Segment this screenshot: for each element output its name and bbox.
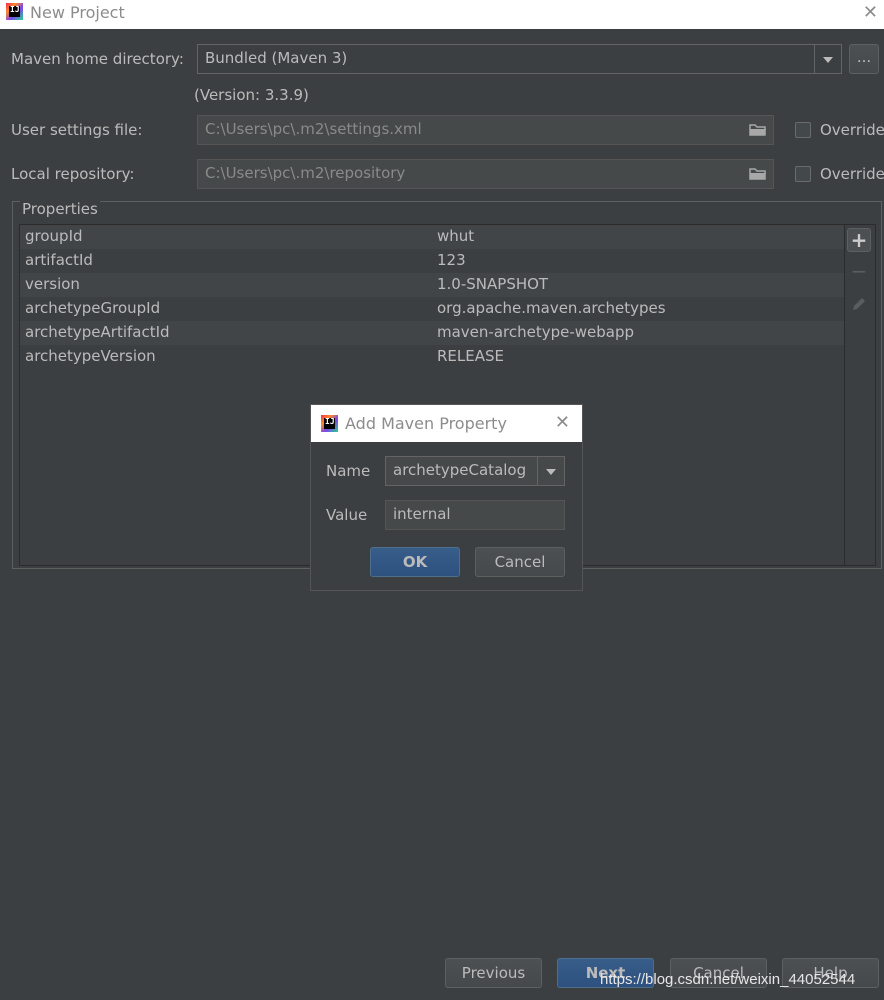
property-value-input[interactable]: internal bbox=[385, 500, 565, 530]
property-key: artifactId bbox=[25, 251, 93, 269]
property-value: 123 bbox=[437, 251, 466, 269]
user-settings-field[interactable]: C:\Users\pc\.m2\settings.xml bbox=[197, 115, 774, 145]
intellij-logo-icon: IJ bbox=[321, 415, 338, 432]
folder-icon[interactable] bbox=[749, 167, 767, 180]
property-value: org.apache.maven.archetypes bbox=[437, 299, 666, 317]
property-value: whut bbox=[437, 227, 475, 245]
table-row[interactable]: groupId whut bbox=[20, 225, 844, 249]
maven-home-value: Bundled (Maven 3) bbox=[205, 49, 348, 67]
watermark-text: https://blog.csdn.net/weixin_44052544 bbox=[600, 971, 856, 988]
property-value: 1.0-SNAPSHOT bbox=[437, 275, 549, 293]
dialog-cancel-button[interactable]: Cancel bbox=[475, 547, 565, 577]
user-settings-label: User settings file: bbox=[11, 121, 143, 139]
window-titlebar: IJ New Project ✕ bbox=[0, 0, 884, 29]
previous-button[interactable]: Previous bbox=[445, 958, 542, 988]
ok-button[interactable]: OK bbox=[370, 547, 460, 577]
folder-icon[interactable] bbox=[749, 123, 767, 136]
edit-pencil-icon[interactable] bbox=[847, 292, 871, 316]
property-key: groupId bbox=[25, 227, 83, 245]
add-property-button[interactable]: + bbox=[847, 228, 871, 252]
dialog-title: Add Maven Property bbox=[345, 414, 507, 433]
table-row[interactable]: archetypeVersion RELEASE bbox=[20, 345, 844, 369]
property-name-combo[interactable]: archetypeCatalog bbox=[385, 456, 565, 486]
property-value-label: Value bbox=[326, 506, 368, 524]
window-close-icon[interactable]: ✕ bbox=[863, 4, 878, 22]
table-row[interactable]: artifactId 123 bbox=[20, 249, 844, 273]
maven-version-text: (Version: 3.3.9) bbox=[194, 86, 309, 104]
override-settings-checkbox[interactable] bbox=[795, 122, 811, 138]
property-value: RELEASE bbox=[437, 347, 504, 365]
properties-legend: Properties bbox=[20, 200, 100, 218]
properties-toolbar: + − bbox=[844, 225, 875, 565]
browse-maven-home-button[interactable]: ... bbox=[849, 44, 879, 74]
add-maven-property-dialog: IJ Add Maven Property ✕ Name archetypeCa… bbox=[310, 404, 583, 591]
property-key: version bbox=[25, 275, 80, 293]
chevron-down-icon[interactable] bbox=[537, 457, 564, 485]
table-row[interactable]: archetypeArtifactId maven-archetype-weba… bbox=[20, 321, 844, 345]
property-key: archetypeArtifactId bbox=[25, 323, 170, 341]
property-value: maven-archetype-webapp bbox=[437, 323, 635, 341]
property-name-label: Name bbox=[326, 462, 371, 480]
local-repository-label: Local repository: bbox=[11, 165, 135, 183]
override-repository-label: Override bbox=[820, 165, 884, 183]
dialog-close-icon[interactable]: ✕ bbox=[555, 414, 570, 432]
override-repository-checkbox[interactable] bbox=[795, 166, 811, 182]
maven-home-combo[interactable]: Bundled (Maven 3) bbox=[197, 44, 842, 74]
dialog-titlebar: IJ Add Maven Property ✕ bbox=[311, 405, 582, 442]
chevron-down-icon[interactable] bbox=[814, 45, 841, 73]
property-value-text: internal bbox=[393, 505, 451, 523]
window-title: New Project bbox=[30, 3, 125, 22]
property-key: archetypeVersion bbox=[25, 347, 156, 365]
table-row[interactable]: version 1.0-SNAPSHOT bbox=[20, 273, 844, 297]
table-row[interactable]: archetypeGroupId org.apache.maven.archet… bbox=[20, 297, 844, 321]
override-settings-label: Override bbox=[820, 121, 884, 139]
user-settings-value: C:\Users\pc\.m2\settings.xml bbox=[205, 120, 422, 138]
remove-property-button[interactable]: − bbox=[847, 260, 871, 284]
intellij-logo-icon: IJ bbox=[6, 3, 23, 20]
maven-home-label: Maven home directory: bbox=[11, 50, 184, 68]
local-repository-value: C:\Users\pc\.m2\repository bbox=[205, 164, 406, 182]
property-name-value: archetypeCatalog bbox=[393, 461, 527, 479]
property-key: archetypeGroupId bbox=[25, 299, 161, 317]
local-repository-field[interactable]: C:\Users\pc\.m2\repository bbox=[197, 159, 774, 189]
